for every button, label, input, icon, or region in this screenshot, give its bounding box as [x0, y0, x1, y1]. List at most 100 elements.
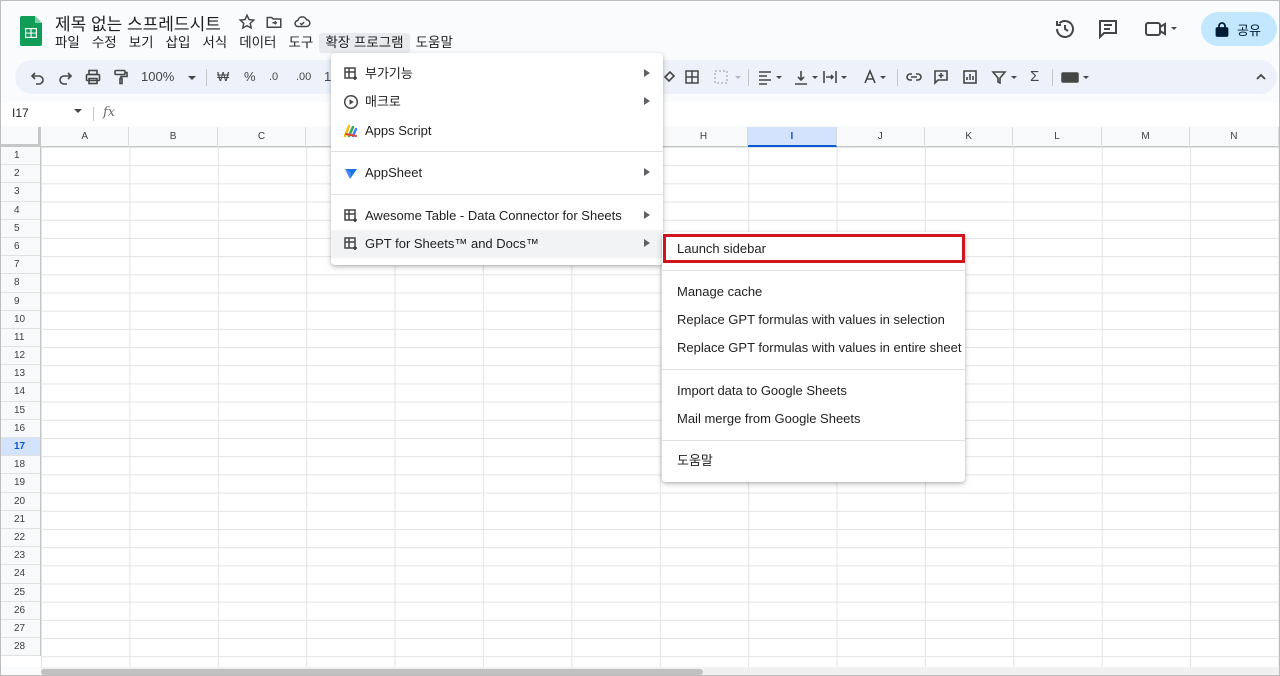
cloud-saved-icon[interactable] — [293, 13, 311, 31]
row-header[interactable]: 7 — [1, 256, 40, 275]
horizontal-scrollbar[interactable] — [41, 667, 1279, 675]
column-header[interactable]: K — [925, 127, 1014, 147]
document-title[interactable]: 제목 없는 스프레드시트 — [55, 10, 221, 35]
row-header[interactable]: 16 — [1, 420, 40, 438]
vertical-align-icon[interactable] — [793, 69, 821, 85]
collapse-toolbar-icon[interactable] — [1255, 69, 1267, 85]
row-header[interactable]: 10 — [1, 311, 40, 329]
menu-item-help[interactable]: 도움말 — [662, 447, 965, 475]
row-header[interactable]: 21 — [1, 511, 40, 529]
insert-comment-icon[interactable] — [933, 69, 949, 85]
scrollbar-thumb[interactable] — [41, 669, 703, 675]
row-header[interactable]: 6 — [1, 238, 40, 257]
undo-icon[interactable] — [30, 69, 46, 85]
row-header[interactable]: 19 — [1, 474, 40, 493]
horizontal-align-icon[interactable] — [757, 69, 785, 85]
row-header[interactable]: 3 — [1, 183, 40, 202]
menu-format[interactable]: 서식 — [196, 33, 233, 53]
insert-chart-icon[interactable] — [962, 69, 978, 85]
print-icon[interactable] — [85, 69, 101, 85]
menu-tools[interactable]: 도구 — [282, 33, 319, 53]
text-rotation-icon[interactable] — [863, 69, 891, 85]
menu-item-gpt-for-sheets[interactable]: GPT for Sheets™ and Docs™ — [331, 230, 663, 258]
functions-icon[interactable]: Σ — [1030, 69, 1039, 85]
row-header[interactable]: 14 — [1, 383, 40, 402]
menu-extensions[interactable]: 확장 프로그램 — [319, 33, 410, 53]
menu-item-replace-in-selection[interactable]: Replace GPT formulas with values in sele… — [662, 306, 965, 334]
column-header[interactable]: A — [41, 127, 130, 147]
row-header[interactable]: 9 — [1, 293, 40, 311]
fill-color-icon[interactable] — [662, 69, 676, 85]
row-header[interactable]: 2 — [1, 165, 40, 184]
row-header[interactable]: 27 — [1, 620, 40, 639]
fx-icon: fx — [103, 105, 116, 120]
redo-icon[interactable] — [57, 69, 73, 85]
input-tools-icon[interactable] — [1061, 69, 1093, 85]
row-header[interactable]: 28 — [1, 638, 40, 657]
row-header[interactable]: 13 — [1, 365, 40, 384]
row-header[interactable]: 8 — [1, 274, 40, 293]
column-header-selected[interactable]: I — [748, 127, 837, 147]
column-header[interactable]: M — [1102, 127, 1191, 147]
menu-item-mail-merge[interactable]: Mail merge from Google Sheets — [662, 405, 965, 433]
row-header[interactable]: 26 — [1, 602, 40, 620]
filter-icon[interactable] — [991, 69, 1021, 85]
menu-item-macros[interactable]: 매크로 — [331, 88, 663, 116]
format-percent-button[interactable]: % — [244, 69, 256, 85]
column-header[interactable]: B — [129, 127, 218, 147]
comments-icon[interactable] — [1096, 17, 1120, 41]
sheets-logo-icon[interactable] — [20, 16, 42, 46]
submenu-arrow-icon — [644, 239, 650, 247]
menu-item-manage-cache[interactable]: Manage cache — [662, 278, 965, 306]
menu-item-apps-script[interactable]: Apps Script — [331, 117, 663, 145]
menu-help[interactable]: 도움말 — [410, 33, 459, 53]
row-header[interactable]: 20 — [1, 493, 40, 511]
name-box-dropdown-icon[interactable] — [74, 109, 82, 113]
menu-item-awesome-table[interactable]: Awesome Table - Data Connector for Sheet… — [331, 202, 663, 230]
row-header[interactable]: 5 — [1, 220, 40, 238]
meet-icon[interactable] — [1143, 17, 1179, 41]
column-header[interactable]: J — [837, 127, 925, 147]
borders-icon[interactable] — [684, 69, 700, 85]
row-header[interactable]: 23 — [1, 547, 40, 566]
row-header[interactable]: 18 — [1, 456, 40, 475]
insert-link-icon[interactable] — [905, 69, 923, 85]
paint-format-icon[interactable] — [113, 69, 129, 85]
menu-data[interactable]: 데이터 — [233, 33, 282, 53]
submenu-arrow-icon — [644, 69, 650, 77]
column-header[interactable]: L — [1013, 127, 1102, 147]
row-header[interactable]: 11 — [1, 329, 40, 348]
menu-file[interactable]: 파일 — [49, 33, 86, 53]
row-header[interactable]: 22 — [1, 529, 40, 548]
version-history-icon[interactable] — [1053, 17, 1077, 41]
share-button[interactable]: 공유 — [1201, 12, 1277, 46]
move-folder-icon[interactable] — [265, 13, 283, 31]
column-header[interactable]: H — [660, 127, 749, 147]
row-header-selected[interactable]: 17 — [1, 438, 40, 457]
column-header[interactable]: N — [1190, 127, 1279, 147]
menu-item-replace-in-sheet[interactable]: Replace GPT formulas with values in enti… — [662, 334, 965, 362]
menu-item-addons[interactable]: 부가기능 — [331, 60, 663, 88]
decrease-decimal-button[interactable]: .0 — [269, 69, 278, 85]
row-header[interactable]: 4 — [1, 202, 40, 220]
row-header[interactable]: 24 — [1, 565, 40, 584]
menu-item-import-data[interactable]: Import data to Google Sheets — [662, 377, 965, 405]
select-all-corner[interactable] — [1, 127, 41, 147]
menu-view[interactable]: 보기 — [123, 33, 160, 53]
zoom-select[interactable]: 100% — [141, 69, 197, 85]
row-header[interactable]: 1 — [1, 147, 40, 166]
menu-item-appsheet[interactable]: AppSheet — [331, 159, 663, 187]
menu-insert[interactable]: 삽입 — [160, 33, 197, 53]
column-header[interactable]: C — [218, 127, 307, 147]
menu-edit[interactable]: 수정 — [86, 33, 123, 53]
text-wrap-icon[interactable] — [822, 69, 850, 85]
appsheet-icon — [345, 169, 357, 179]
menu-item-label: AppSheet — [365, 165, 423, 180]
row-header[interactable]: 15 — [1, 402, 40, 420]
increase-decimal-button[interactable]: .00 — [296, 69, 311, 85]
name-box[interactable]: I17 — [12, 106, 29, 120]
star-icon[interactable] — [238, 13, 256, 31]
row-header[interactable]: 25 — [1, 584, 40, 602]
format-currency-button[interactable]: ₩ — [217, 69, 229, 85]
row-header[interactable]: 12 — [1, 347, 40, 366]
